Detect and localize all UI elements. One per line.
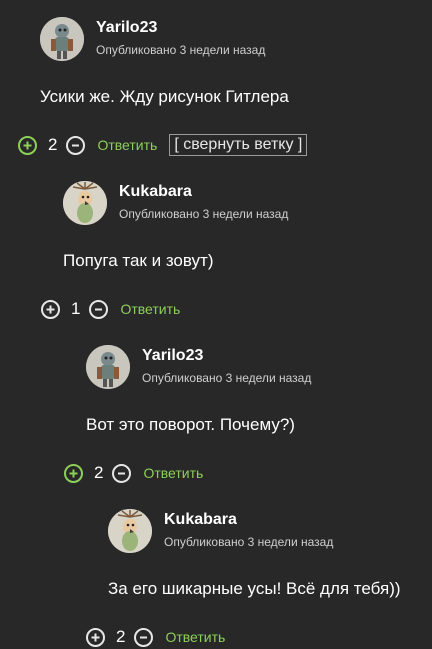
plus-icon [23,141,32,149]
comment-actions: 1 Ответить [41,297,180,321]
plus-icon [46,305,55,313]
comment-score: 2 [116,627,126,646]
downvote-button[interactable] [66,135,86,155]
comment-timestamp: Опубликовано 3 недели назад [119,207,289,221]
comment-author[interactable]: Kukabara [119,183,192,201]
upvote-button[interactable] [64,463,83,483]
minus-icon [95,308,103,310]
downvote-button[interactable] [89,299,109,319]
comment-author[interactable]: Kukabara [164,511,237,529]
comment-text: Вот это поворот. Почему?) [86,415,295,434]
upvote-button[interactable] [18,135,37,155]
comment-timestamp: Опубликовано 3 недели назад [164,535,334,549]
comment-text: Усики же. Жду рисунок Гитлера [40,87,289,106]
minus-icon [118,472,126,474]
downvote-button[interactable] [112,463,132,483]
upvote-button[interactable] [86,627,105,647]
downvote-button[interactable] [134,627,154,647]
robot-avatar-icon[interactable] [86,345,130,389]
comment-thread: Yarilo23 Опубликовано 3 недели назад Уси… [0,0,432,647]
reply-link[interactable]: Ответить [97,137,157,153]
reply-link[interactable]: Ответить [120,301,180,317]
plus-icon [69,469,78,477]
comment-timestamp: Опубликовано 3 недели назад [96,43,266,57]
upvote-button[interactable] [41,299,60,319]
comment-text: За его шикарные усы! Всё для тебя)) [108,579,401,598]
minus-icon [140,636,148,638]
minus-icon [72,144,80,146]
comment-score: 1 [71,299,81,318]
comment-author[interactable]: Yarilo23 [96,19,157,37]
bird-avatar-icon[interactable] [108,509,152,553]
reply-link[interactable]: Ответить [165,629,225,645]
comment-actions: 2 Ответить [64,461,203,485]
collapse-branch-button[interactable]: [ свернуть ветку ] [169,134,308,156]
comment-author[interactable]: Yarilo23 [142,347,203,365]
comment-timestamp: Опубликовано 3 недели назад [142,371,312,385]
reply-link[interactable]: Ответить [143,465,203,481]
plus-icon [91,633,100,641]
comment-actions: 2 Ответить [86,625,225,649]
comment-score: 2 [48,135,58,154]
bird-avatar-icon[interactable] [63,181,107,225]
comment-text: Попуга так и зовут) [63,251,214,270]
comment-score: 2 [94,463,104,482]
robot-avatar-icon[interactable] [40,17,84,61]
comment-actions: 2 Ответить [ свернуть ветку ] [18,133,308,157]
